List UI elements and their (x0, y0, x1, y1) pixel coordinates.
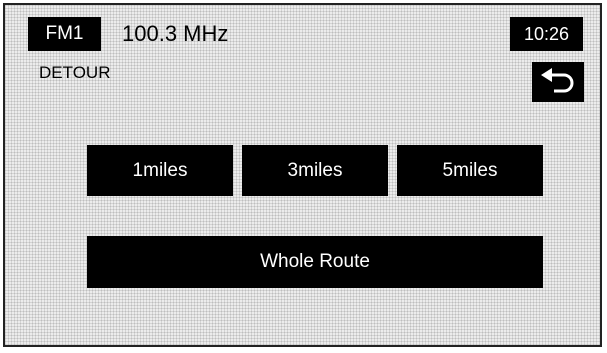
frequency-display: 100.3 MHz (122, 21, 229, 46)
page-title: DETOUR (39, 63, 111, 82)
clock-display: 10:26 (510, 17, 583, 51)
detour-3-miles-button[interactable]: 3miles (242, 145, 388, 196)
detour-5-miles-button[interactable]: 5miles (397, 145, 543, 196)
band-button[interactable]: FM1 (28, 17, 101, 51)
back-arrow-icon (541, 68, 574, 93)
detour-1-mile-button[interactable]: 1miles (87, 145, 233, 196)
nav-screen: FM1 100.3 MHz 10:26 DETOUR 1miles 3miles… (3, 3, 602, 347)
back-button[interactable] (532, 62, 584, 102)
detour-whole-route-button[interactable]: Whole Route (87, 236, 543, 288)
